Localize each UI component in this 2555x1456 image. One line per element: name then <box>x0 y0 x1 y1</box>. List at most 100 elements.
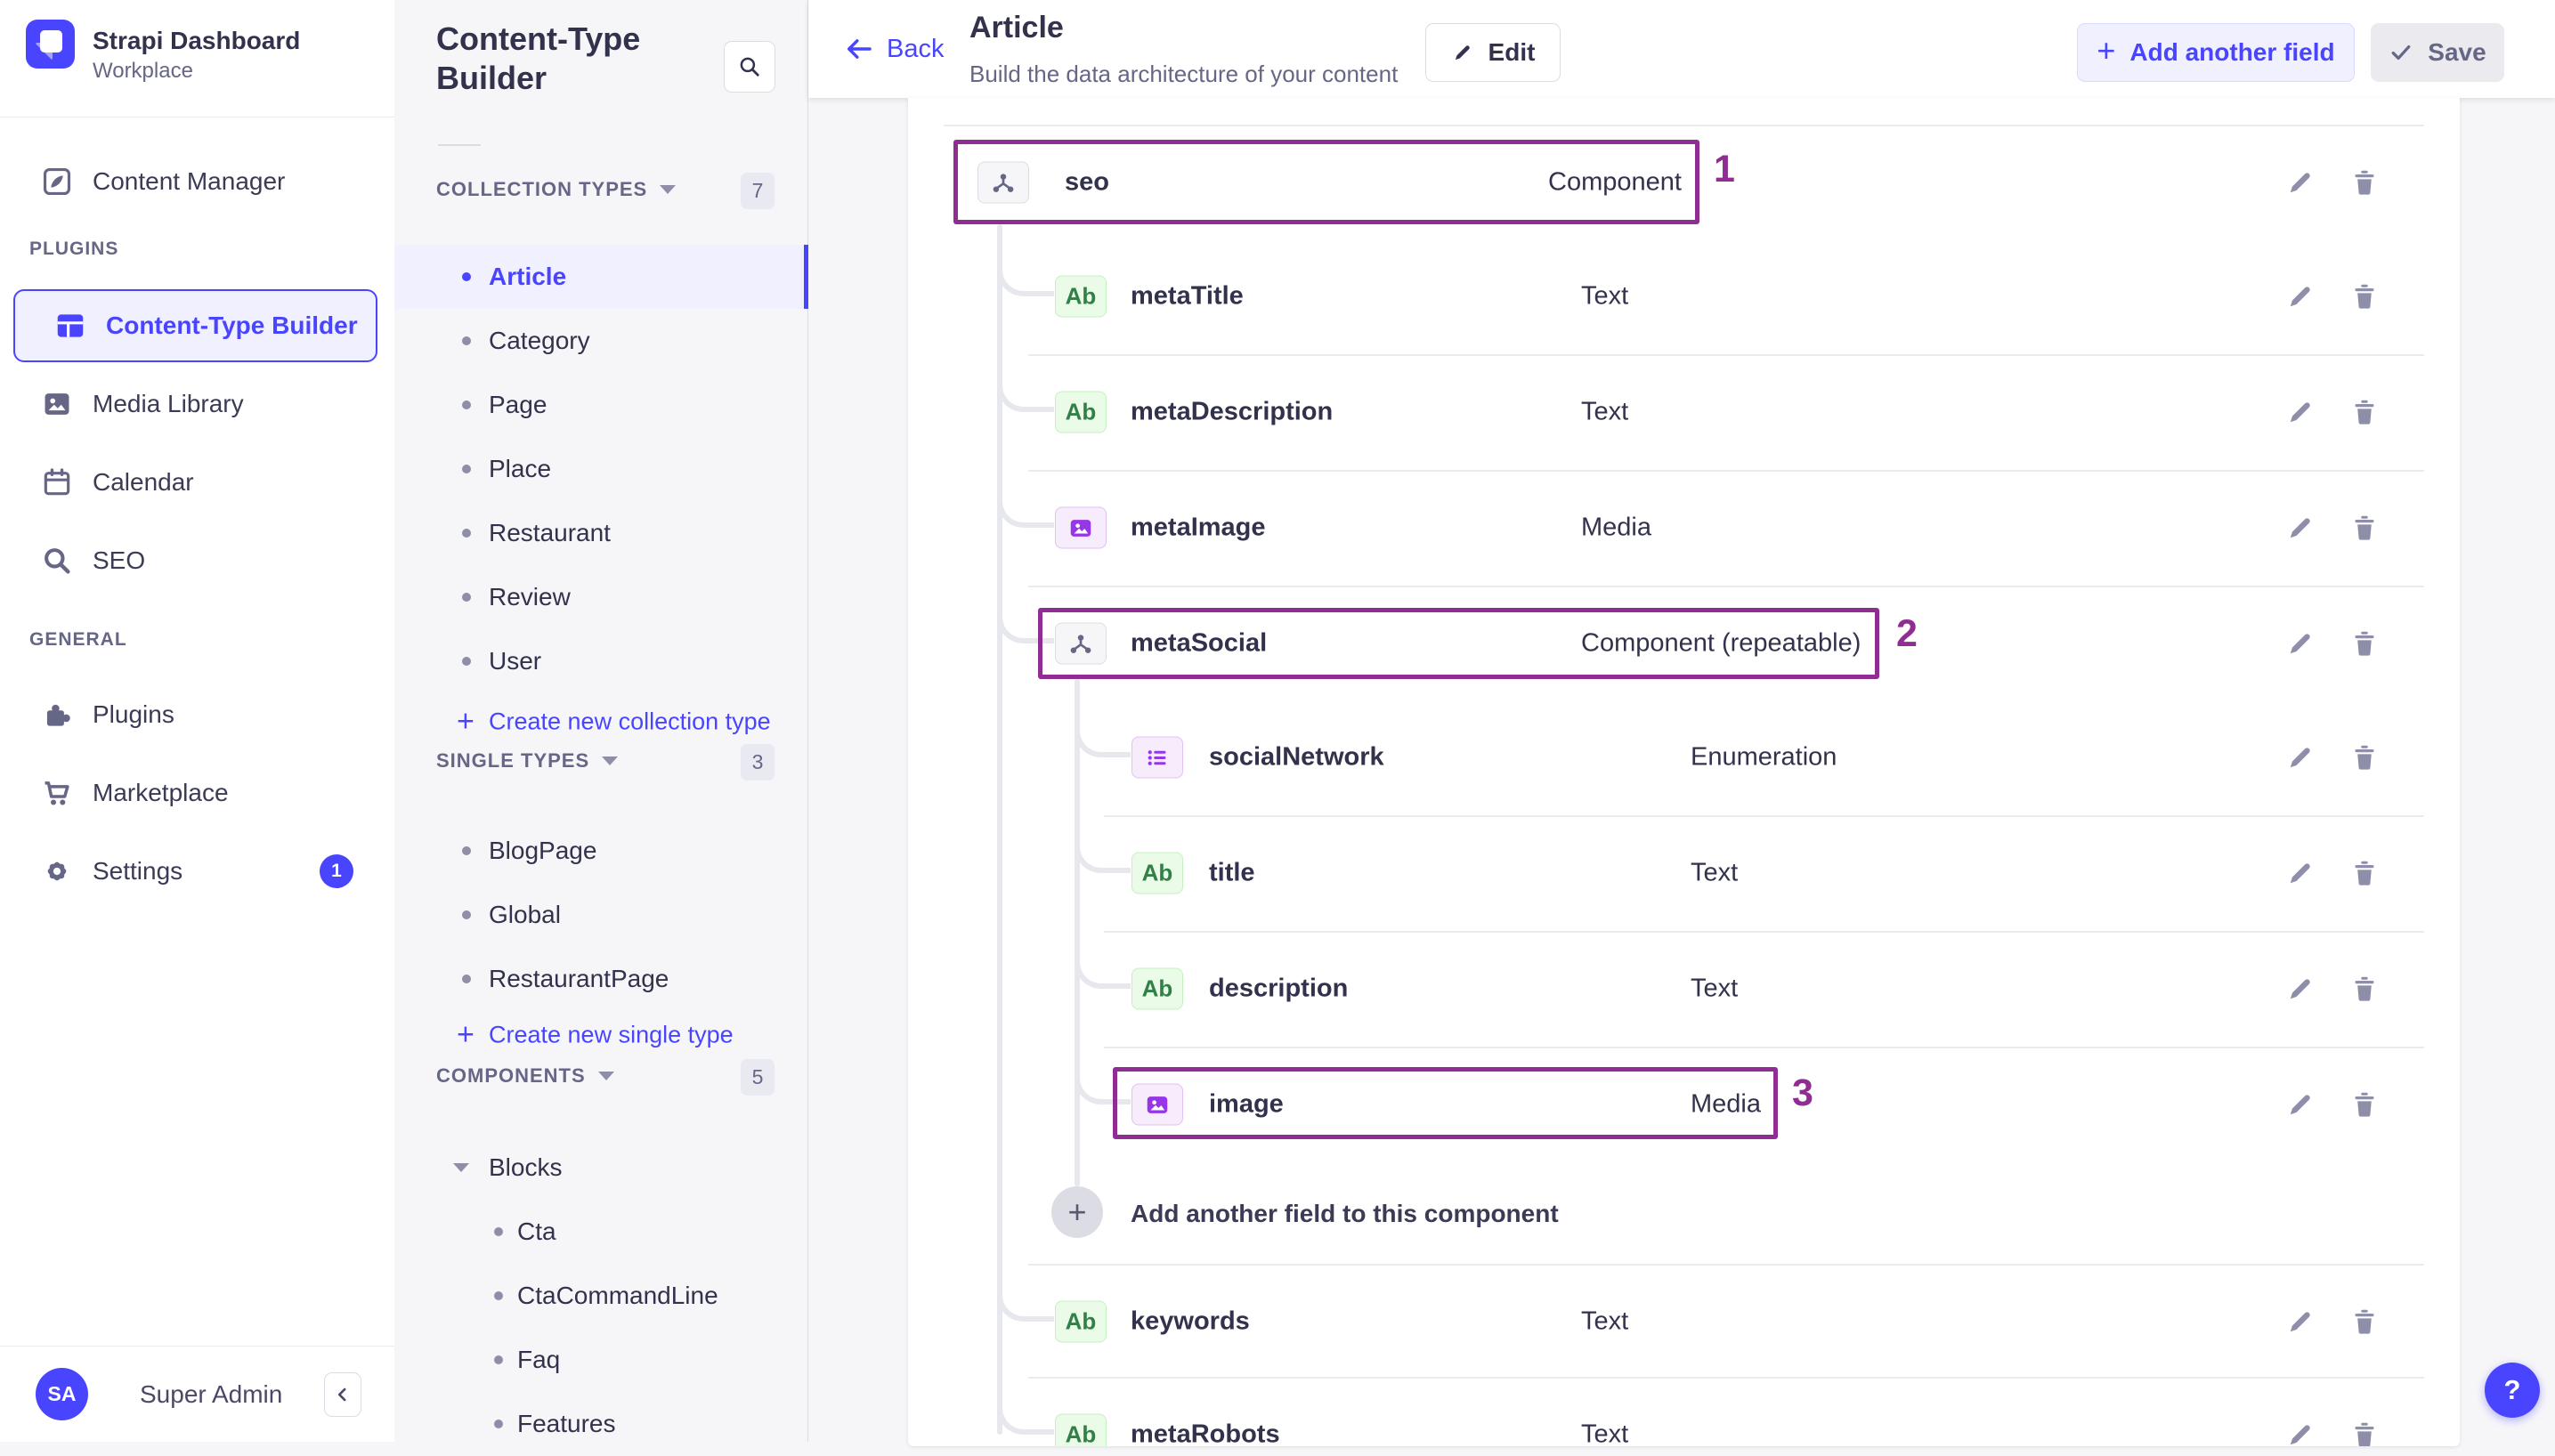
delete-field-button[interactable] <box>2348 627 2381 659</box>
user-name: Super Admin <box>140 1380 283 1408</box>
annotation-box-2 <box>1038 608 1879 679</box>
sidebar-item-plugins[interactable]: Plugins <box>0 683 394 747</box>
subnav-item-global[interactable]: Global <box>394 883 808 947</box>
delete-field-button[interactable] <box>2348 396 2381 428</box>
sidebar-section-plugins: PLUGINS <box>29 239 119 259</box>
delete-field-button[interactable] <box>2348 1419 2381 1446</box>
subnav-item-cta[interactable]: Cta <box>394 1200 808 1264</box>
bullet-icon <box>462 529 471 538</box>
page-title: Article <box>969 11 1064 44</box>
annotation-number-1: 1 <box>1714 148 1735 190</box>
help-button[interactable]: ? <box>2485 1363 2540 1418</box>
subnav-item-user[interactable]: User <box>394 629 808 693</box>
workspace-name: Workplace <box>93 59 193 83</box>
sidebar-item-settings[interactable]: Settings 1 <box>0 839 394 903</box>
sidebar-item-media-library[interactable]: Media Library <box>0 372 394 436</box>
annotation-number-3: 3 <box>1792 1072 1813 1114</box>
delete-field-button[interactable] <box>2348 280 2381 312</box>
arrow-left-icon <box>847 39 872 59</box>
delete-field-button[interactable] <box>2348 1306 2381 1338</box>
subnav-item-faq[interactable]: Faq <box>394 1328 808 1392</box>
search-button[interactable] <box>724 41 775 93</box>
edit-field-button[interactable] <box>2284 280 2316 312</box>
caret-down-icon <box>597 1072 614 1080</box>
field-row-description: Ab description Text <box>908 931 2460 1047</box>
sidebar-item-content-type-builder[interactable]: Content-Type Builder <box>13 289 377 362</box>
app-title: Strapi Dashboard <box>93 27 301 54</box>
add-component-field-button[interactable]: + <box>1051 1186 1103 1238</box>
group-collection-types[interactable]: COLLECTION TYPES <box>436 178 677 201</box>
subnav-item-article[interactable]: Article <box>394 245 808 309</box>
edit-button[interactable]: Edit <box>1425 23 1561 82</box>
delete-field-button[interactable] <box>2348 166 2381 198</box>
bullet-icon <box>494 1420 503 1428</box>
edit-field-button[interactable] <box>2284 1306 2316 1338</box>
delete-field-button[interactable] <box>2348 512 2381 544</box>
sidebar-item-content-manager[interactable]: Content Manager <box>0 150 394 214</box>
subnav-item-ctacommandline[interactable]: CtaCommandLine <box>394 1264 808 1328</box>
group-components[interactable]: COMPONENTS <box>436 1064 614 1088</box>
text-field-icon: Ab <box>1132 967 1183 1010</box>
edit-field-button[interactable] <box>2284 627 2316 659</box>
bullet-icon <box>462 272 471 281</box>
save-button[interactable]: Save <box>2371 23 2504 82</box>
subnav-item-restaurantpage[interactable]: RestaurantPage <box>394 947 808 1011</box>
back-link[interactable]: Back <box>844 34 944 64</box>
edit-field-button[interactable] <box>2284 857 2316 889</box>
collapse-sidebar-button[interactable] <box>324 1372 361 1417</box>
subnav-item-review[interactable]: Review <box>394 565 808 629</box>
search-icon <box>740 57 759 77</box>
bullet-icon <box>462 657 471 666</box>
panel-divider <box>438 144 481 146</box>
delete-field-button[interactable] <box>2348 1088 2381 1120</box>
subnav-category-blocks[interactable]: Blocks <box>394 1136 808 1200</box>
edit-field-button[interactable] <box>2284 1088 2316 1120</box>
text-field-icon: Ab <box>1132 852 1183 894</box>
media-field-icon <box>1055 506 1107 549</box>
edit-field-button[interactable] <box>2284 512 2316 544</box>
delete-field-button[interactable] <box>2348 973 2381 1005</box>
gear-icon <box>47 861 67 881</box>
bullet-icon <box>494 1291 503 1300</box>
active-accent-bar <box>804 245 808 309</box>
subnav-item-features[interactable]: Features <box>394 1392 808 1456</box>
user-avatar[interactable]: SA <box>36 1368 88 1420</box>
bullet-icon <box>494 1355 503 1364</box>
bullet-icon <box>494 1227 503 1236</box>
create-collection-type-link[interactable]: + Create new collection type <box>394 693 808 750</box>
add-component-field-label[interactable]: Add another field to this component <box>1131 1200 1559 1228</box>
sidebar-item-marketplace[interactable]: Marketplace <box>0 761 394 825</box>
page-subtitle: Build the data architecture of your cont… <box>969 61 1399 87</box>
subnav-item-page[interactable]: Page <box>394 373 808 437</box>
media-library-icon <box>45 393 69 415</box>
delete-field-button[interactable] <box>2348 741 2381 773</box>
edit-field-button[interactable] <box>2284 973 2316 1005</box>
app-sidebar: Strapi Dashboard Workplace Content Manag… <box>0 0 395 1442</box>
subnav-item-category[interactable]: Category <box>394 309 808 373</box>
strapi-logo-icon <box>26 20 75 69</box>
edit-field-button[interactable] <box>2284 166 2316 198</box>
sidebar-item-label: Calendar <box>93 468 194 496</box>
sidebar-item-seo[interactable]: SEO <box>0 529 394 593</box>
edit-field-button[interactable] <box>2284 396 2316 428</box>
bullet-icon <box>462 465 471 473</box>
edit-field-button[interactable] <box>2284 741 2316 773</box>
edit-field-button[interactable] <box>2284 1419 2316 1446</box>
field-row-socialnetwork: socialNetwork Enumeration <box>908 700 2460 815</box>
annotation-box-3 <box>1113 1067 1778 1139</box>
subnav-item-place[interactable]: Place <box>394 437 808 501</box>
group-single-types[interactable]: SINGLE TYPES <box>436 749 619 772</box>
sidebar-section-general: GENERAL <box>29 629 127 650</box>
subnav-item-blogpage[interactable]: BlogPage <box>394 819 808 883</box>
sidebar-item-calendar[interactable]: Calendar <box>0 450 394 514</box>
field-row-metarobots: Ab metaRobots Text <box>908 1377 2460 1446</box>
bullet-icon <box>462 400 471 409</box>
delete-field-button[interactable] <box>2348 857 2381 889</box>
settings-notification-badge: 1 <box>320 854 353 888</box>
add-another-field-button[interactable]: + Add another field <box>2077 23 2355 82</box>
subnav-item-restaurant[interactable]: Restaurant <box>394 501 808 565</box>
collection-types-count: 7 <box>741 173 775 209</box>
create-single-type-link[interactable]: + Create new single type <box>394 1007 808 1064</box>
fields-list-card: seo Component Ab metaTitle Text Ab metaD… <box>908 98 2460 1446</box>
search-icon <box>45 548 70 574</box>
